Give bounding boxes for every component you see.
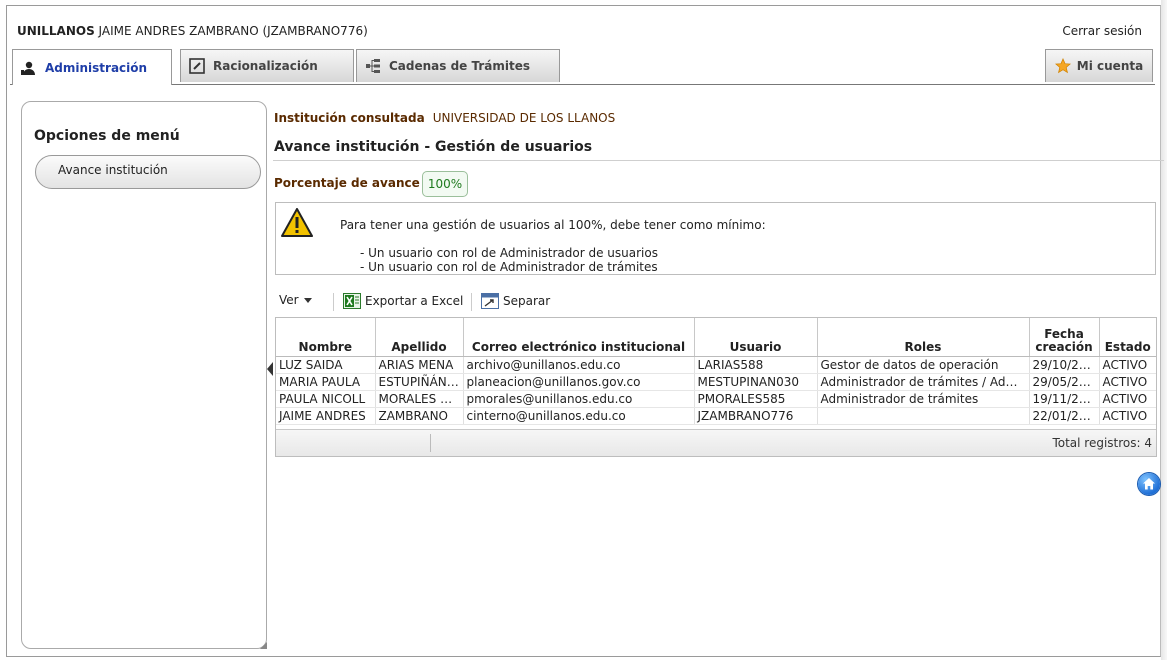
column-header-fecha[interactable]: Fecha creación	[1029, 318, 1100, 357]
cell-apellido: ZAMBRANO	[375, 407, 464, 425]
table-row[interactable]: MARIA PAULA ESTUPIÑÁN T... planeacion@un…	[276, 373, 1156, 391]
star-icon	[1054, 57, 1071, 74]
top-bar: UNILLANOS JAIME ANDRES ZAMBRANO (JZAMBRA…	[10, 13, 1155, 43]
requirements-notice: Para tener una gestión de usuarios al 10…	[275, 202, 1156, 275]
cell-nombre: LUZ SAIDA	[276, 356, 376, 374]
tree-icon	[365, 58, 381, 74]
edit-icon	[189, 58, 205, 74]
chevron-down-icon	[303, 297, 312, 303]
cell-fecha: 19/11/20...	[1029, 390, 1100, 408]
cell-roles	[817, 407, 1030, 425]
percent-badge: 100%	[422, 171, 468, 197]
cell-nombre: PAULA NICOLL	[276, 390, 376, 408]
cell-usuario: JZAMBRANO776	[694, 407, 818, 425]
current-user: UNILLANOS JAIME ANDRES ZAMBRANO (JZAMBRA…	[17, 24, 368, 38]
tab-mi-cuenta[interactable]: Mi cuenta	[1045, 49, 1153, 82]
institution-line: Institución consultada UNIVERSIDAD DE LOS…	[274, 111, 615, 125]
column-header-nombre[interactable]: Nombre	[276, 318, 376, 357]
cell-correo: pmorales@unillanos.edu.co	[463, 390, 695, 408]
tab-cadenas-tramites[interactable]: Cadenas de Trámites	[356, 49, 560, 82]
column-header-correo[interactable]: Correo electrónico institucional	[463, 318, 695, 357]
sidebar-item-label: Avance institución	[58, 163, 168, 177]
cell-nombre: MARIA PAULA	[276, 373, 376, 391]
tab-cadenas-label: Cadenas de Trámites	[389, 59, 531, 73]
cell-apellido: ESTUPIÑÁN T...	[375, 373, 464, 391]
cell-apellido: MORALES RO...	[375, 390, 464, 408]
separate-icon	[481, 293, 499, 309]
cell-estado: ACTIVO	[1099, 373, 1156, 391]
tab-racionalizacion-label: Racionalización	[213, 59, 318, 73]
cell-correo: cinterno@unillanos.edu.co	[463, 407, 695, 425]
main-tabs: Administración Racionalización Cadenas d…	[10, 49, 1155, 85]
page-title: Avance institución - Gestión de usuarios	[274, 139, 593, 155]
grid-footer: Total registros: 4	[276, 429, 1156, 456]
toolbar-separator	[471, 293, 472, 311]
excel-icon	[343, 293, 361, 309]
total-records: Total registros: 4	[1052, 436, 1152, 450]
sidebar-item-avance-institucion[interactable]: Avance institución	[35, 155, 261, 189]
notice-text: Para tener una gestión de usuarios al 10…	[340, 218, 766, 232]
tab-administracion-label: Administración	[45, 60, 148, 75]
table-header-row: Nombre Apellido Correo electrónico insti…	[276, 318, 1156, 357]
user-admin-icon	[21, 60, 37, 76]
cell-correo: archivo@unillanos.edu.co	[463, 356, 695, 374]
institution-value: UNIVERSIDAD DE LOS LLANOS	[432, 111, 616, 125]
cell-usuario: MESTUPINAN030	[694, 373, 818, 391]
table-row[interactable]: PAULA NICOLL MORALES RO... pmorales@unil…	[276, 390, 1156, 408]
user-name: JAIME ANDRES ZAMBRANO (JZAMBRANO776)	[98, 24, 368, 38]
resize-corner[interactable]	[260, 642, 267, 649]
home-icon[interactable]	[1138, 473, 1160, 495]
sidebar-menu: Opciones de menú Avance institución	[21, 101, 267, 649]
cell-estado: ACTIVO	[1099, 390, 1156, 408]
cell-fecha: 29/05/20...	[1029, 373, 1100, 391]
export-excel-button[interactable]: Exportar a Excel	[343, 293, 463, 309]
cell-roles: Administrador de trámites	[817, 390, 1030, 408]
column-header-apellido[interactable]: Apellido	[375, 318, 464, 357]
cell-roles: Gestor de datos de operación	[817, 356, 1030, 374]
cell-correo: planeacion@unillanos.gov.co	[463, 373, 695, 391]
separar-label: Separar	[503, 294, 551, 308]
footer-divider	[430, 434, 431, 452]
title-divider	[273, 160, 1164, 161]
tab-mi-cuenta-label: Mi cuenta	[1076, 59, 1144, 73]
column-header-estado[interactable]: Estado	[1099, 318, 1156, 357]
column-header-roles[interactable]: Roles	[817, 318, 1030, 357]
cell-fecha: 22/01/20...	[1029, 407, 1100, 425]
cell-estado: ACTIVO	[1099, 356, 1156, 374]
table-row[interactable]: LUZ SAIDA ARIAS MENA archivo@unillanos.e…	[276, 356, 1156, 374]
sidebar-title: Opciones de menú	[34, 128, 180, 144]
cell-usuario: PMORALES585	[694, 390, 818, 408]
tabs-baseline	[10, 84, 1155, 85]
cell-usuario: LARIAS588	[694, 356, 818, 374]
cell-estado: ACTIVO	[1099, 407, 1156, 425]
tab-racionalizacion[interactable]: Racionalización	[180, 49, 354, 82]
institution-code: UNILLANOS	[17, 24, 95, 38]
ver-dropdown-button[interactable]: Ver	[279, 293, 312, 307]
export-label: Exportar a Excel	[365, 294, 464, 308]
warning-icon	[281, 208, 313, 237]
cell-apellido: ARIAS MENA	[375, 356, 464, 374]
percent-label: Porcentaje de avance	[274, 176, 420, 190]
main-content: Institución consultada UNIVERSIDAD DE LOS…	[273, 101, 1166, 661]
cell-fecha: 29/10/20...	[1029, 356, 1100, 374]
notice-item: - Un usuario con rol de Administrador de…	[360, 246, 658, 260]
column-header-usuario[interactable]: Usuario	[694, 318, 818, 357]
institution-label: Institución consultada	[274, 111, 425, 125]
tab-administracion[interactable]: Administración	[12, 49, 172, 85]
cell-roles: Administrador de trámites / Admi...	[817, 373, 1030, 391]
ver-label: Ver	[279, 293, 299, 307]
toolbar-separator	[333, 293, 334, 311]
grid-toolbar: Ver Exportar a Excel Separar	[275, 289, 1156, 315]
users-grid: Nombre Apellido Correo electrónico insti…	[275, 317, 1157, 457]
cell-nombre: JAIME ANDRES	[276, 407, 376, 425]
table-row[interactable]: JAIME ANDRES ZAMBRANO cinterno@unillanos…	[276, 407, 1156, 425]
notice-item: - Un usuario con rol de Administrador de…	[360, 260, 658, 274]
logout-link[interactable]: Cerrar sesión	[1062, 24, 1142, 38]
users-table: Nombre Apellido Correo electrónico insti…	[276, 318, 1156, 425]
separar-button[interactable]: Separar	[481, 293, 550, 309]
